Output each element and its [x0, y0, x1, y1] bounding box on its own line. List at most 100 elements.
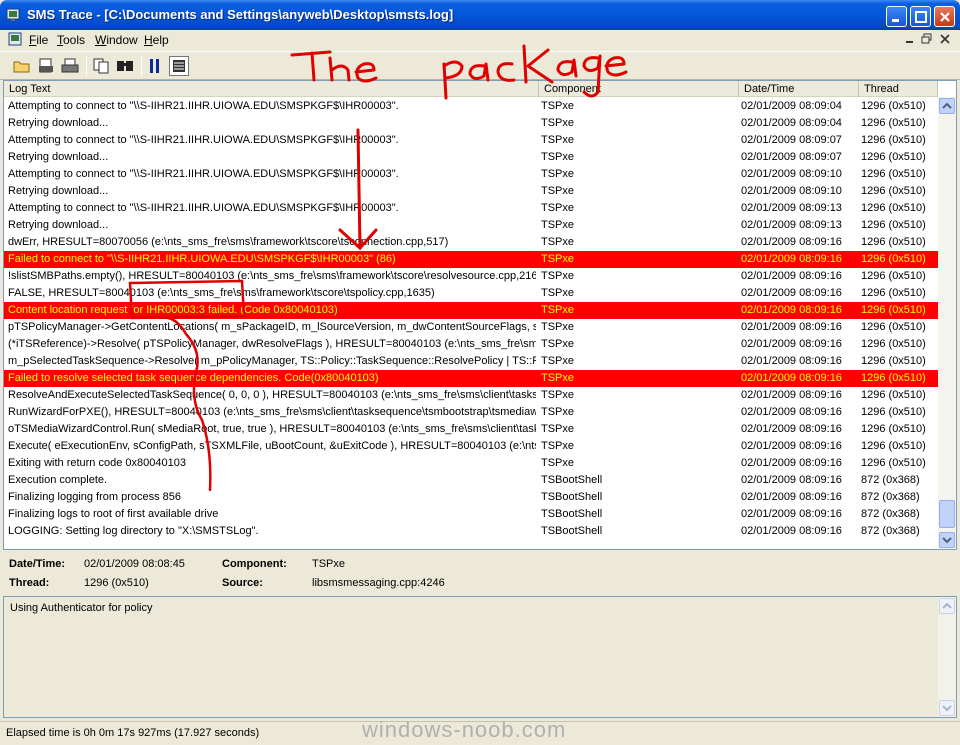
log-row[interactable]: Attempting to connect to "\\S-IIHR21.IIH… [4, 200, 938, 217]
datetime-cell: 02/01/2009 08:09:16 [741, 287, 842, 299]
datetime-cell: 02/01/2009 08:09:10 [741, 185, 842, 197]
menu-help[interactable]: Help [144, 33, 169, 47]
highlight-icon [173, 60, 185, 72]
log-row[interactable]: ResolveAndExecuteSelectedTaskSequence( 0… [4, 387, 938, 404]
log-row[interactable]: Execution complete. TSBootShell 02/01/2009… [4, 472, 938, 489]
log-text-cell: FALSE, HRESULT=80040103 (e:\nts_sms_fre\… [8, 287, 435, 299]
datetime-cell: 02/01/2009 08:09:16 [741, 355, 842, 367]
log-row[interactable]: FALSE, HRESULT=80040103 (e:\nts_sms_fre\… [4, 285, 938, 302]
copy-button[interactable] [91, 56, 111, 76]
log-text-cell: Retrying download... [8, 219, 109, 231]
scroll-up-button[interactable] [939, 98, 955, 114]
scroll-down-button[interactable] [939, 532, 955, 548]
log-row[interactable]: Finalizing logs to root of first availab… [4, 506, 938, 523]
open-button[interactable] [12, 56, 32, 76]
log-row[interactable]: !slistSMBPaths.empty(), HRESULT=80040103… [4, 268, 938, 285]
sms-trace-app-icon [6, 8, 20, 21]
log-row[interactable]: oTSMediaWizardControl.Run( sMediaRoot, t… [4, 421, 938, 438]
print-button[interactable] [60, 56, 80, 76]
log-row-error[interactable]: Content location request for IHR00003:3 … [4, 302, 938, 319]
thread-cell: 1296 (0x510) [861, 236, 926, 248]
datetime-cell: 02/01/2009 08:09:16 [741, 270, 842, 282]
column-header-thread[interactable]: Thread [859, 81, 938, 97]
component-cell: TSPxe [541, 253, 575, 265]
menu-window[interactable]: Window [95, 33, 138, 47]
log-scrollbar[interactable] [938, 97, 956, 549]
log-list[interactable]: Log Text Component Date/Time Thread Atte… [3, 80, 957, 550]
detail-component-value: TSPxe [312, 558, 346, 570]
message-scroll-down-button[interactable] [939, 700, 955, 716]
log-row[interactable]: Attempting to connect to "\\S-IIHR21.IIH… [4, 166, 938, 183]
thread-cell: 872 (0x368) [861, 474, 920, 486]
log-text-cell: ResolveAndExecuteSelectedTaskSequence( 0… [8, 389, 536, 401]
log-row[interactable]: (*iTSReference)->Resolve( pTSPolicyManag… [4, 336, 938, 353]
thread-cell: 872 (0x368) [861, 491, 920, 503]
datetime-cell: 02/01/2009 08:09:16 [741, 406, 842, 418]
message-scrollbar[interactable] [938, 597, 956, 717]
component-cell: TSPxe [541, 100, 575, 112]
thread-cell: 1296 (0x510) [861, 168, 926, 180]
column-header-log-text[interactable]: Log Text [4, 81, 539, 97]
scroll-thumb[interactable] [939, 500, 955, 528]
print-preview-button[interactable] [36, 56, 56, 76]
chevron-up-icon [942, 602, 952, 609]
copy-icon [93, 58, 109, 74]
log-row[interactable]: Exiting with return code 0x80040103 TSPxe… [4, 455, 938, 472]
log-row[interactable]: Retrying download... TSPxe 02/01/2009 08:0… [4, 183, 938, 200]
menu-tools[interactable]: Tools [57, 33, 85, 47]
log-row[interactable]: Retrying download... TSPxe 02/01/2009 08:0… [4, 149, 938, 166]
maximize-icon [915, 11, 927, 23]
highlight-button[interactable] [169, 56, 189, 76]
log-row-error[interactable]: Failed to connect to "\\S-IIHR21.IIHR.UI… [4, 251, 938, 268]
message-pane[interactable]: Using Authenticator for policy [3, 596, 957, 718]
log-text-cell: LOGGING: Setting log directory to "X:\SM… [8, 525, 259, 537]
log-text-cell: Attempting to connect to "\\S-IIHR21.IIH… [8, 134, 399, 146]
close-button[interactable] [934, 6, 955, 27]
mdi-minimize-button[interactable] [903, 33, 917, 46]
pause-button[interactable] [145, 56, 165, 76]
thread-cell: 1296 (0x510) [861, 457, 926, 469]
message-scroll-up-button[interactable] [939, 598, 955, 614]
detail-datetime-label: Date/Time: [9, 558, 66, 570]
log-text-cell: Attempting to connect to "\\S-IIHR21.IIH… [8, 100, 399, 112]
thread-cell: 1296 (0x510) [861, 440, 926, 452]
mdi-restore-button[interactable] [920, 33, 934, 46]
log-row-error[interactable]: Failed to resolve selected task sequence… [4, 370, 938, 387]
thread-cell: 1296 (0x510) [861, 406, 926, 418]
thread-cell: 1296 (0x510) [861, 423, 926, 435]
log-row[interactable]: Attempting to connect to "\\S-IIHR21.IIH… [4, 98, 938, 115]
log-row[interactable]: Attempting to connect to "\\S-IIHR21.IIH… [4, 132, 938, 149]
log-row[interactable]: dwErr, HRESULT=80070056 (e:\nts_sms_fre\… [4, 234, 938, 251]
thread-cell: 1296 (0x510) [861, 100, 926, 112]
minimize-icon [892, 19, 899, 22]
print-preview-icon [39, 58, 53, 73]
log-row[interactable]: m_pSelectedTaskSequence->Resolve( m_pPol… [4, 353, 938, 370]
column-header-component[interactable]: Component [539, 81, 739, 97]
datetime-cell: 02/01/2009 08:09:13 [741, 219, 842, 231]
menu-file[interactable]: File [29, 33, 48, 47]
detail-thread-value: 1296 (0x510) [84, 577, 149, 589]
component-cell: TSPxe [541, 202, 575, 214]
log-row[interactable]: Retrying download... TSPxe 02/01/2009 08:0… [4, 217, 938, 234]
thread-cell: 1296 (0x510) [861, 117, 926, 129]
minimize-button[interactable] [886, 6, 907, 27]
log-row[interactable]: RunWizardForPXE(), HRESULT=80040103 (e:\… [4, 404, 938, 421]
component-cell: TSPxe [541, 219, 575, 231]
log-text-cell: Retrying download... [8, 151, 109, 163]
toolbar-separator [141, 56, 142, 76]
log-row[interactable]: Retrying download... TSPxe 02/01/2009 08:0… [4, 115, 938, 132]
log-row[interactable]: Execute( eExecutionEnv, sConfigPath, sTS… [4, 438, 938, 455]
log-row[interactable]: pTSPolicyManager->GetContentLocations( m… [4, 319, 938, 336]
details-pane: Date/Time: 02/01/2009 08:08:45 Component… [3, 551, 957, 595]
mdi-close-button[interactable] [938, 33, 952, 46]
status-text: Elapsed time is 0h 0m 17s 927ms (17.927 … [6, 727, 260, 739]
document-icon [8, 32, 22, 46]
maximize-button[interactable] [910, 6, 931, 27]
log-row[interactable]: Finalizing logging from process 856 TSBoo… [4, 489, 938, 506]
chevron-up-icon [942, 102, 952, 109]
datetime-cell: 02/01/2009 08:09:16 [741, 338, 842, 350]
column-header-datetime[interactable]: Date/Time [739, 81, 859, 97]
find-button[interactable] [115, 56, 135, 76]
thread-cell: 872 (0x368) [861, 525, 920, 537]
log-row[interactable]: LOGGING: Setting log directory to "X:\SM… [4, 523, 938, 540]
